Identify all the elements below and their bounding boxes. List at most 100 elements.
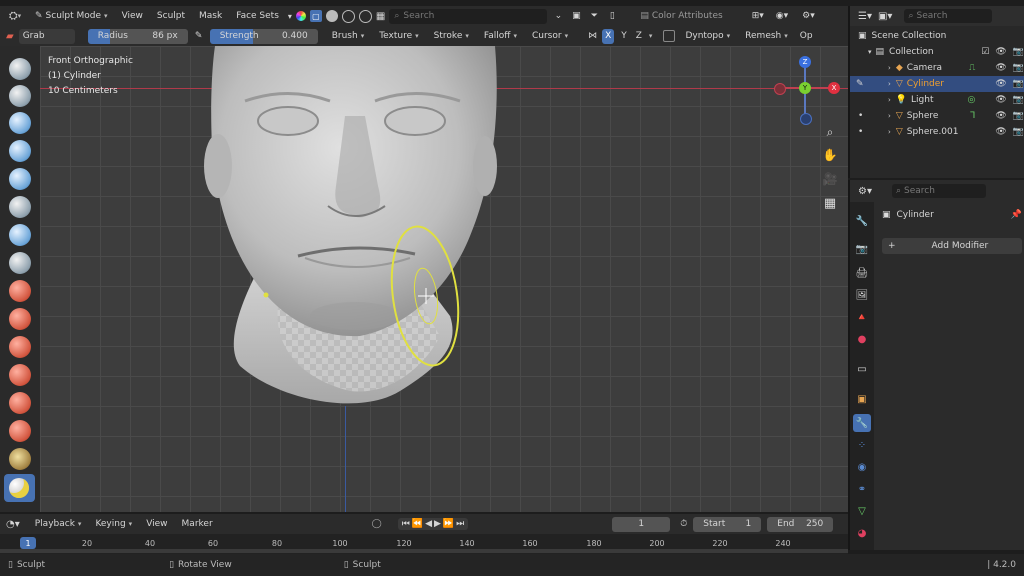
box-select-icon[interactable]: ▢ [309, 10, 322, 22]
remesh-menu[interactable]: Remesh ▾ [740, 29, 793, 44]
play-reverse-icon[interactable]: ◀ [425, 519, 432, 529]
draw-brush-tool[interactable] [9, 58, 31, 80]
scene-collection-row[interactable]: ▣ Scene Collection [858, 28, 1024, 44]
collection-tab-icon[interactable]: ▭ [855, 362, 869, 376]
visibility-eye-icon[interactable]: 👁 [995, 127, 1006, 137]
gizmo-x-handle[interactable]: X [828, 82, 840, 94]
brush-icon[interactable]: ▰ [6, 31, 14, 42]
brush-name-field[interactable]: Grab [18, 28, 75, 44]
fill-brush-tool[interactable] [9, 336, 31, 358]
render-camera-icon[interactable]: 📷 [1013, 63, 1024, 73]
overlay-icon[interactable]: ⊞▾ [752, 11, 764, 21]
data-tab-icon[interactable]: ▽ [855, 504, 869, 518]
dropdown-icon[interactable]: ⌄ [551, 11, 565, 21]
sphere-display-icon[interactable] [325, 10, 338, 22]
menu-playback[interactable]: Playback ▾ [30, 517, 87, 532]
play-icon[interactable]: ▶ [434, 519, 441, 529]
menu-falloff[interactable]: Falloff ▾ [479, 29, 522, 44]
scrape-brush-tool[interactable] [9, 364, 31, 386]
flatten-brush-tool[interactable] [9, 308, 31, 330]
visibility-eye-icon[interactable]: 👁 [995, 47, 1006, 57]
tool-tab-icon[interactable]: 🔧 [855, 214, 869, 228]
pinch-brush-tool[interactable] [9, 420, 31, 442]
axis-z-toggle[interactable]: Z [634, 29, 644, 44]
menu-mask[interactable]: Mask [194, 9, 227, 24]
prev-keyframe-icon[interactable]: ⏪ [412, 519, 423, 529]
menu-keying[interactable]: Keying ▾ [90, 517, 137, 532]
filter-icon[interactable]: ⏷ [587, 11, 601, 21]
outliner-item-light[interactable]: › 💡 Light ◎ 👁 📷 [850, 92, 1024, 108]
layer-brush-tool[interactable] [9, 168, 31, 190]
viewport[interactable]: Front Orthographic (1) Cylinder 10 Centi… [40, 46, 848, 512]
properties-search-input[interactable]: ⌕ Search [891, 184, 986, 198]
visibility-eye-icon[interactable]: 👁 [995, 111, 1006, 121]
menu-brush[interactable]: Brush ▾ [327, 29, 370, 44]
dyntopo-menu[interactable]: Dyntopo ▾ [680, 29, 735, 44]
render-tab-icon[interactable]: 📷 [855, 242, 869, 256]
menu-cursor[interactable]: Cursor ▾ [527, 29, 573, 44]
navigation-gizmo[interactable]: Z Y X [770, 56, 840, 126]
visibility-eye-icon[interactable]: 👁 [995, 95, 1006, 105]
editor-type-icon[interactable]: ⛭ ▾ [4, 9, 26, 23]
clay-strips-brush-tool[interactable] [9, 140, 31, 162]
inflate-brush-tool[interactable] [9, 196, 31, 218]
outliner-editor-icon[interactable]: ☰▾ [858, 11, 872, 22]
zoom-icon[interactable]: ⌕ [821, 123, 839, 141]
gizmo-z-handle[interactable]: Z [799, 56, 811, 68]
render-camera-icon[interactable]: 📷 [1013, 47, 1024, 57]
grab-tool-active[interactable] [4, 474, 35, 502]
clay-brush-tool[interactable] [9, 112, 31, 134]
shading-icon[interactable]: ◉▾ [776, 11, 788, 21]
modifier-tab-icon[interactable]: 🔧 [853, 414, 871, 432]
globe-icon[interactable] [358, 9, 372, 23]
wire-sphere-icon[interactable] [341, 9, 355, 23]
outliner-item-cylinder[interactable]: ✎ › ▽ Cylinder 👁 📷 [850, 76, 1024, 92]
material-tab-icon[interactable]: ◕ [855, 526, 869, 540]
add-modifier-button[interactable]: + Add Modifier [882, 238, 1022, 254]
particles-tab-icon[interactable]: ⁘ [855, 438, 869, 452]
sculpted-head[interactable] [40, 46, 848, 512]
stopwatch-icon[interactable]: ⏱ [680, 519, 687, 529]
constraints-tab-icon[interactable]: ⚭ [855, 482, 869, 496]
crease-brush-tool[interactable] [9, 252, 31, 274]
options-menu[interactable]: Op [798, 29, 815, 44]
axis-y-toggle[interactable]: Y [619, 29, 629, 44]
jump-start-icon[interactable]: ⏮ [402, 519, 410, 529]
face-select-icon[interactable]: ▣ [569, 11, 583, 21]
scene-tab-icon[interactable]: 🔺 [855, 310, 869, 324]
outliner-item-sphere[interactable]: • › ▽ Sphere ⅂ 👁 📷 [850, 108, 1024, 124]
include-checkbox-icon[interactable]: ☑ [981, 47, 989, 57]
end-frame-field[interactable]: End 250 [767, 516, 834, 532]
smooth-brush-tool[interactable] [9, 280, 31, 302]
collection-row[interactable]: ▾ ▤ Collection ☑ 👁 📷 [868, 44, 1024, 60]
render-camera-icon[interactable]: 📷 [1013, 111, 1024, 121]
current-frame-field[interactable]: 1 [612, 516, 671, 532]
pen-pressure-icon[interactable]: ✎ [193, 31, 205, 41]
chevron-down-icon[interactable]: ▾ [649, 32, 653, 40]
grid-icon[interactable]: ▦ [376, 11, 385, 22]
pan-hand-icon[interactable]: ✋ [821, 146, 839, 164]
timeline-editor-icon[interactable]: ◔▾ [6, 519, 20, 530]
render-camera-icon[interactable]: 📷 [1013, 79, 1024, 89]
gizmo-neg-x-handle[interactable] [774, 83, 786, 95]
toggle-icon[interactable]: ⚙▾ [802, 11, 815, 21]
visibility-eye-icon[interactable]: 👁 [995, 79, 1006, 89]
render-camera-icon[interactable]: 📷 [1013, 95, 1024, 105]
physics-tab-icon[interactable]: ◉ [855, 460, 869, 474]
gizmo-y-handle[interactable]: Y [799, 82, 811, 94]
axis-x-toggle[interactable]: X [602, 28, 615, 44]
draw-sharp-brush-tool[interactable] [9, 85, 31, 107]
render-camera-icon[interactable]: 📷 [1013, 127, 1024, 137]
menu-marker[interactable]: Marker [177, 517, 218, 532]
chevron-down-icon[interactable]: ▾ [288, 12, 292, 21]
gizmo-neg-z-handle[interactable] [800, 113, 812, 125]
properties-editor-icon[interactable]: ⚙▾ [858, 186, 872, 197]
menu-texture[interactable]: Texture ▾ [374, 29, 423, 44]
page-icon[interactable]: ▯ [605, 11, 619, 21]
world-tab-icon[interactable]: ● [855, 332, 869, 346]
blob-brush-tool[interactable] [9, 224, 31, 246]
menu-face-sets[interactable]: Face Sets [231, 9, 284, 24]
mode-selector[interactable]: ✎ Sculpt Mode ▾ [30, 9, 113, 24]
pin-icon[interactable]: 📌 [1011, 210, 1022, 220]
next-keyframe-icon[interactable]: ⏩ [443, 519, 454, 529]
